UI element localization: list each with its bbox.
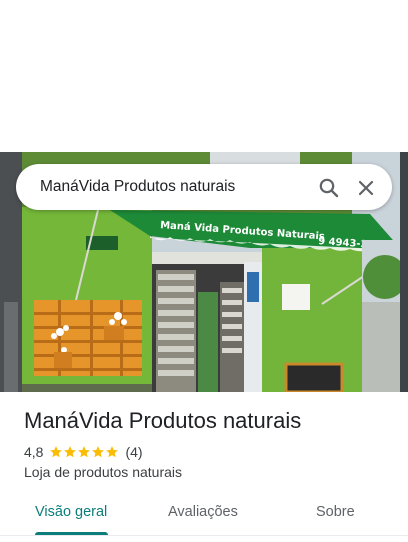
star-icon: [106, 446, 119, 458]
place-title: ManáVida Produtos naturais: [24, 408, 302, 433]
search-icon[interactable]: [317, 176, 341, 200]
star-icon: [64, 446, 77, 458]
review-count[interactable]: (4): [125, 444, 142, 460]
tab-reviews[interactable]: Avaliações: [168, 504, 238, 520]
star-icon: [92, 446, 105, 458]
place-category: Loja de produtos naturais: [24, 464, 182, 480]
active-tab-indicator: [35, 532, 108, 535]
search-bar[interactable]: ManáVida Produtos naturais: [16, 164, 392, 210]
search-input[interactable]: ManáVida Produtos naturais: [40, 178, 235, 196]
rating-row[interactable]: 4,8 (4): [24, 443, 143, 461]
top-blank-area: [0, 0, 408, 152]
star-icon: [78, 446, 91, 458]
tab-about[interactable]: Sobre: [316, 504, 355, 520]
star-icon: [50, 446, 63, 458]
star-rating: [49, 445, 119, 459]
tab-overview[interactable]: Visão geral: [35, 504, 107, 520]
close-icon[interactable]: [354, 176, 378, 200]
tabs-divider: [0, 535, 408, 536]
place-tabs: Visão geral Avaliações Sobre: [0, 496, 408, 542]
rating-value: 4,8: [24, 444, 44, 460]
